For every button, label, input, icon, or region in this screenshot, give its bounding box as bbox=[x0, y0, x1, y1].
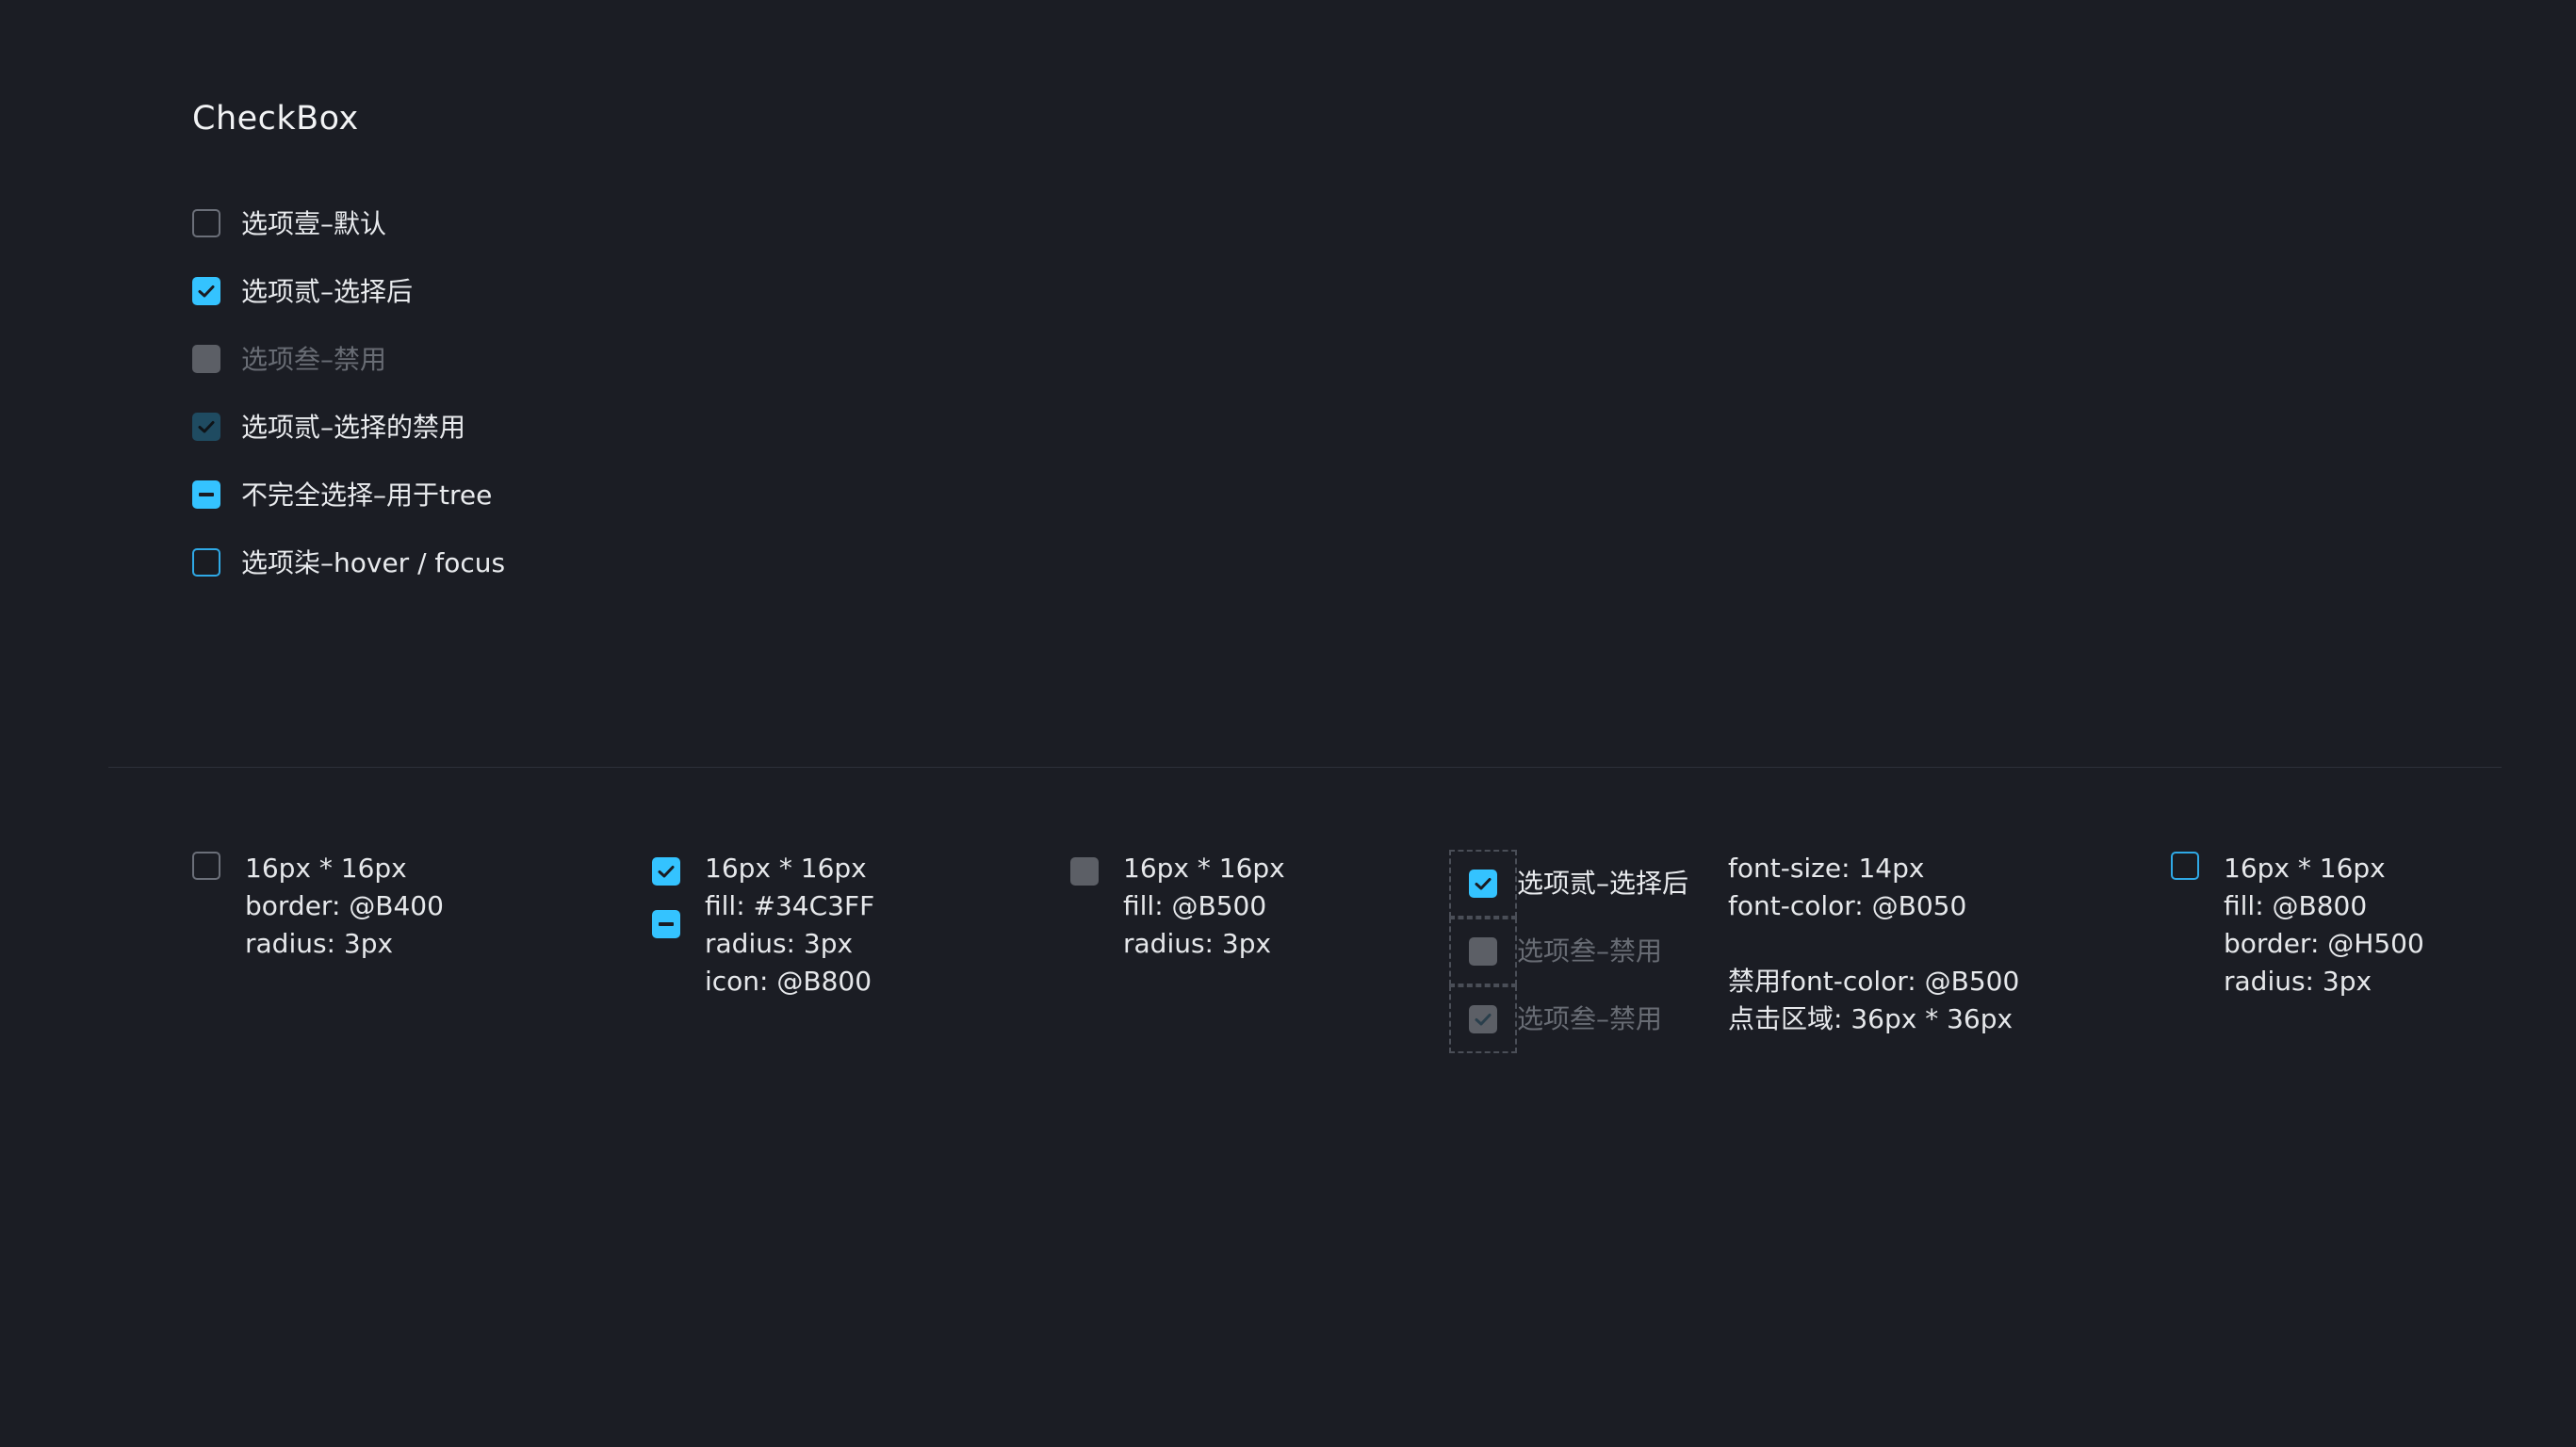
option-label-checked-disabled: 选项贰–选择的禁用 bbox=[241, 412, 466, 443]
checkbox-default[interactable] bbox=[192, 209, 220, 237]
demo-label-checked-disabled: 选项叁–禁用 bbox=[1517, 1003, 1663, 1034]
spec-line: 点击区域: 36px * 36px bbox=[1728, 1003, 2014, 1034]
spec-line: 16px * 16px bbox=[705, 853, 867, 884]
minus-icon bbox=[199, 493, 214, 496]
check-icon bbox=[658, 866, 675, 878]
spec-disabled: 16px * 16px fill: @B500 radius: 3px bbox=[1123, 850, 1285, 963]
minus-icon bbox=[659, 922, 674, 926]
check-icon bbox=[1475, 1014, 1492, 1026]
spec-line: radius: 3px bbox=[2224, 966, 2372, 997]
spec-line: radius: 3px bbox=[245, 928, 394, 959]
check-icon bbox=[198, 285, 215, 298]
spec-line: fill: #34C3FF bbox=[705, 890, 875, 921]
spec-text: font-size: 14px font-color: @B050 禁用font… bbox=[1728, 850, 2019, 1038]
spec-checkbox-indeterminate bbox=[652, 910, 680, 938]
spec-line: fill: @B500 bbox=[1123, 890, 1267, 921]
spec-line: 禁用font-color: @B500 bbox=[1728, 966, 2020, 997]
spec-checkbox-hover bbox=[2171, 852, 2199, 880]
spec-line: border: @H500 bbox=[2224, 928, 2424, 959]
demo-checkbox-checked[interactable] bbox=[1469, 870, 1497, 898]
demo-label-checked: 选项贰–选择后 bbox=[1517, 868, 1689, 899]
option-label-indeterminate: 不完全选择–用于tree bbox=[241, 480, 493, 511]
demo-checkbox-checked-disabled bbox=[1469, 1005, 1497, 1033]
spec-checkbox-checked bbox=[652, 857, 680, 886]
spec-spacer bbox=[1728, 925, 2019, 963]
spec-line: icon: @B800 bbox=[705, 966, 872, 997]
spec-line: font-color: @B050 bbox=[1728, 890, 1967, 921]
page-title: CheckBox bbox=[192, 100, 359, 138]
spec-line: 16px * 16px bbox=[2224, 853, 2386, 884]
spec-line: radius: 3px bbox=[1123, 928, 1272, 959]
checkbox-disabled bbox=[192, 345, 220, 373]
spec-line: border: @B400 bbox=[245, 890, 444, 921]
checkbox-indeterminate[interactable] bbox=[192, 480, 220, 509]
spec-line: 16px * 16px bbox=[1123, 853, 1285, 884]
option-label-default: 选项壹–默认 bbox=[241, 208, 387, 239]
checkbox-checked-disabled bbox=[192, 413, 220, 441]
section-divider bbox=[108, 767, 2502, 768]
checkbox-spec-page: CheckBox 选项壹–默认 选项贰–选择后 选项叁–禁用 选项贰–选择的禁用… bbox=[0, 0, 2576, 1447]
spec-hover: 16px * 16px fill: @B800 border: @H500 ra… bbox=[2224, 850, 2424, 1000]
check-icon bbox=[198, 421, 215, 433]
spec-checked: 16px * 16px fill: #34C3FF radius: 3px ic… bbox=[705, 850, 874, 1000]
spec-line: 16px * 16px bbox=[245, 853, 407, 884]
checkbox-checked[interactable] bbox=[192, 277, 220, 305]
spec-line: radius: 3px bbox=[705, 928, 854, 959]
spec-default: 16px * 16px border: @B400 radius: 3px bbox=[245, 850, 444, 963]
option-label-disabled: 选项叁–禁用 bbox=[241, 344, 387, 375]
spec-line: fill: @B800 bbox=[2224, 890, 2368, 921]
option-label-hover: 选项柒–hover / focus bbox=[241, 547, 506, 578]
option-label-checked: 选项贰–选择后 bbox=[241, 276, 414, 307]
demo-label-disabled: 选项叁–禁用 bbox=[1517, 935, 1663, 967]
spec-checkbox-disabled bbox=[1070, 857, 1099, 886]
check-icon bbox=[1475, 878, 1492, 890]
spec-line: font-size: 14px bbox=[1728, 853, 1925, 884]
demo-checkbox-disabled bbox=[1469, 937, 1497, 966]
checkbox-hover[interactable] bbox=[192, 548, 220, 577]
spec-checkbox-default bbox=[192, 852, 220, 880]
